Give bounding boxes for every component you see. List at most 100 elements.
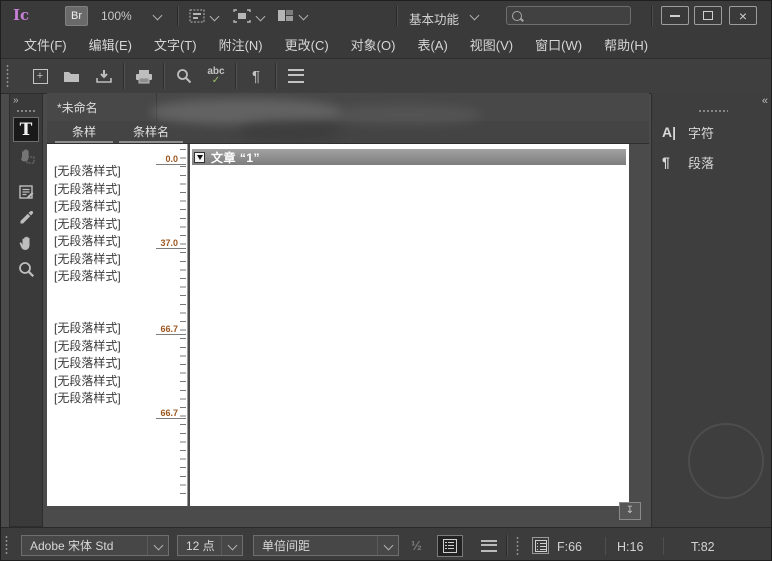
menu-file[interactable]: 文件(F): [13, 31, 78, 58]
tab-galley[interactable]: 条样: [55, 121, 113, 143]
copyfit-info-icon[interactable]: [532, 537, 549, 554]
style-row[interactable]: [无段落样式]: [47, 390, 173, 408]
workspace-switcher[interactable]: 基本功能: [409, 9, 459, 28]
status-bar: Adobe 宋体 Std 12 点 单倍间距 ½ F:66 H:16 T:82: [1, 527, 771, 561]
panel-item-label: 段落: [688, 153, 714, 172]
tools-panel: » T: [9, 93, 43, 527]
tab-story[interactable]: 条样名: [119, 121, 183, 143]
statusbar-menu-button[interactable]: [481, 540, 497, 552]
story-title: 文章 “1”: [211, 149, 260, 166]
story-end-indicator-icon[interactable]: ↧: [619, 502, 641, 520]
style-row[interactable]: [无段落样式]: [47, 198, 173, 216]
chevron-down-icon[interactable]: [147, 536, 168, 555]
copyfit-stat-t: T:82: [691, 540, 715, 554]
style-row[interactable]: [无段落样式]: [47, 373, 173, 391]
panel-grip[interactable]: [16, 109, 36, 113]
close-button[interactable]: ×: [729, 6, 757, 25]
minimize-icon: [670, 15, 680, 17]
menu-view[interactable]: 视图(V): [459, 31, 524, 58]
screen-mode-icon[interactable]: [277, 9, 307, 22]
chevron-down-icon[interactable]: [377, 536, 398, 555]
menu-changes[interactable]: 更改(C): [274, 31, 340, 58]
arrange-documents-icon[interactable]: [233, 9, 264, 23]
style-row[interactable]: [无段落样式]: [47, 268, 173, 286]
minimize-button[interactable]: [661, 6, 689, 25]
divider: [651, 6, 653, 26]
collapse-story-control[interactable]: [194, 152, 205, 163]
hand-tool-button[interactable]: [13, 231, 39, 256]
menu-type[interactable]: 文字(T): [143, 31, 208, 58]
eyedropper-icon: [18, 210, 34, 226]
hamburger-icon: [288, 69, 304, 83]
story-text-area[interactable]: 文章 “1”: [190, 144, 629, 506]
panel-grip[interactable]: [698, 109, 728, 113]
incopy-logo-icon: Ic: [13, 6, 29, 24]
toolbar-menu-button[interactable]: [280, 62, 312, 90]
new-document-button[interactable]: +: [24, 62, 56, 90]
chevron-down-icon[interactable]: [221, 536, 242, 555]
font-family-select[interactable]: Adobe 宋体 Std: [21, 535, 169, 556]
panel-dock-header[interactable]: «: [652, 93, 772, 107]
statusbar-grip[interactable]: [4, 535, 9, 556]
toolbar-grip[interactable]: [5, 64, 10, 88]
story-header-bar[interactable]: 文章 “1”: [192, 149, 626, 165]
style-row[interactable]: [无段落样式]: [47, 233, 173, 251]
menu-edit[interactable]: 编辑(E): [78, 31, 143, 58]
style-row[interactable]: [无段落样式]: [47, 251, 173, 269]
find-button[interactable]: [168, 62, 200, 90]
menu-table[interactable]: 表(A): [406, 31, 458, 58]
zoom-level-dropdown[interactable]: 100%: [101, 9, 132, 23]
pilcrow-icon: ¶: [252, 68, 260, 85]
type-tool-icon: T: [20, 120, 33, 140]
font-size-select[interactable]: 12 点: [177, 535, 243, 556]
bridge-button[interactable]: Br: [65, 6, 88, 26]
application-bar-icon[interactable]: [189, 9, 218, 23]
spell-check-button[interactable]: abc ✓: [200, 62, 232, 90]
position-tool-button[interactable]: [13, 143, 39, 168]
view-tab-strip: 条样 条样名: [47, 121, 649, 144]
style-row-group: [无段落样式] [无段落样式] [无段落样式] [无段落样式] [无段落样式] …: [47, 163, 173, 286]
divider: [123, 63, 125, 89]
collapse-panel-icon[interactable]: «: [762, 95, 767, 107]
info-column-toggle-button[interactable]: [437, 535, 463, 557]
spell-check-icon: abc ✓: [207, 67, 224, 85]
chevron-down-icon[interactable]: [256, 11, 266, 21]
style-row[interactable]: [无段落样式]: [47, 355, 173, 373]
eyedropper-tool-button[interactable]: [13, 205, 39, 230]
chevron-down-icon[interactable]: [210, 11, 220, 21]
line-number-icon[interactable]: ½: [411, 538, 422, 553]
print-button[interactable]: [128, 62, 160, 90]
panel-item-paragraph[interactable]: ¶ 段落: [652, 147, 772, 177]
style-row[interactable]: [无段落样式]: [47, 338, 173, 356]
smudge-artifact: [331, 105, 481, 125]
chevron-down-icon[interactable]: [470, 11, 480, 21]
style-row[interactable]: [无段落样式]: [47, 163, 173, 181]
menu-help[interactable]: 帮助(H): [593, 31, 659, 58]
style-row[interactable]: [无段落样式]: [47, 181, 173, 199]
panel-item-character[interactable]: A| 字符: [652, 117, 772, 147]
expand-panel-icon[interactable]: »: [13, 95, 18, 106]
chevron-down-icon[interactable]: [299, 11, 309, 21]
show-hidden-characters-button[interactable]: ¶: [240, 62, 272, 90]
leading-value: 单倍间距: [254, 537, 377, 554]
document-tab[interactable]: *未命名: [47, 93, 157, 121]
open-button[interactable]: [56, 62, 88, 90]
zoom-tool-button[interactable]: [13, 257, 39, 282]
incopy-window: Ic Br 100%: [0, 0, 772, 561]
style-row[interactable]: [无段落样式]: [47, 320, 173, 338]
menu-object[interactable]: 对象(O): [340, 31, 407, 58]
statusbar-grip[interactable]: [515, 536, 520, 556]
style-row[interactable]: [无段落样式]: [47, 216, 173, 234]
divider: [396, 6, 398, 26]
save-button[interactable]: [88, 62, 120, 90]
tools-panel-header[interactable]: »: [10, 94, 42, 107]
search-input[interactable]: [506, 6, 631, 25]
menu-notes[interactable]: 附注(N): [208, 31, 274, 58]
type-tool-button[interactable]: T: [13, 117, 39, 142]
maximize-button[interactable]: [694, 6, 722, 25]
leading-select[interactable]: 单倍间距: [253, 535, 399, 556]
chevron-down-icon[interactable]: [153, 11, 163, 21]
menu-window[interactable]: 窗口(W): [524, 31, 593, 58]
note-tool-button[interactable]: [13, 179, 39, 204]
title-bar: Ic Br 100%: [1, 1, 771, 32]
